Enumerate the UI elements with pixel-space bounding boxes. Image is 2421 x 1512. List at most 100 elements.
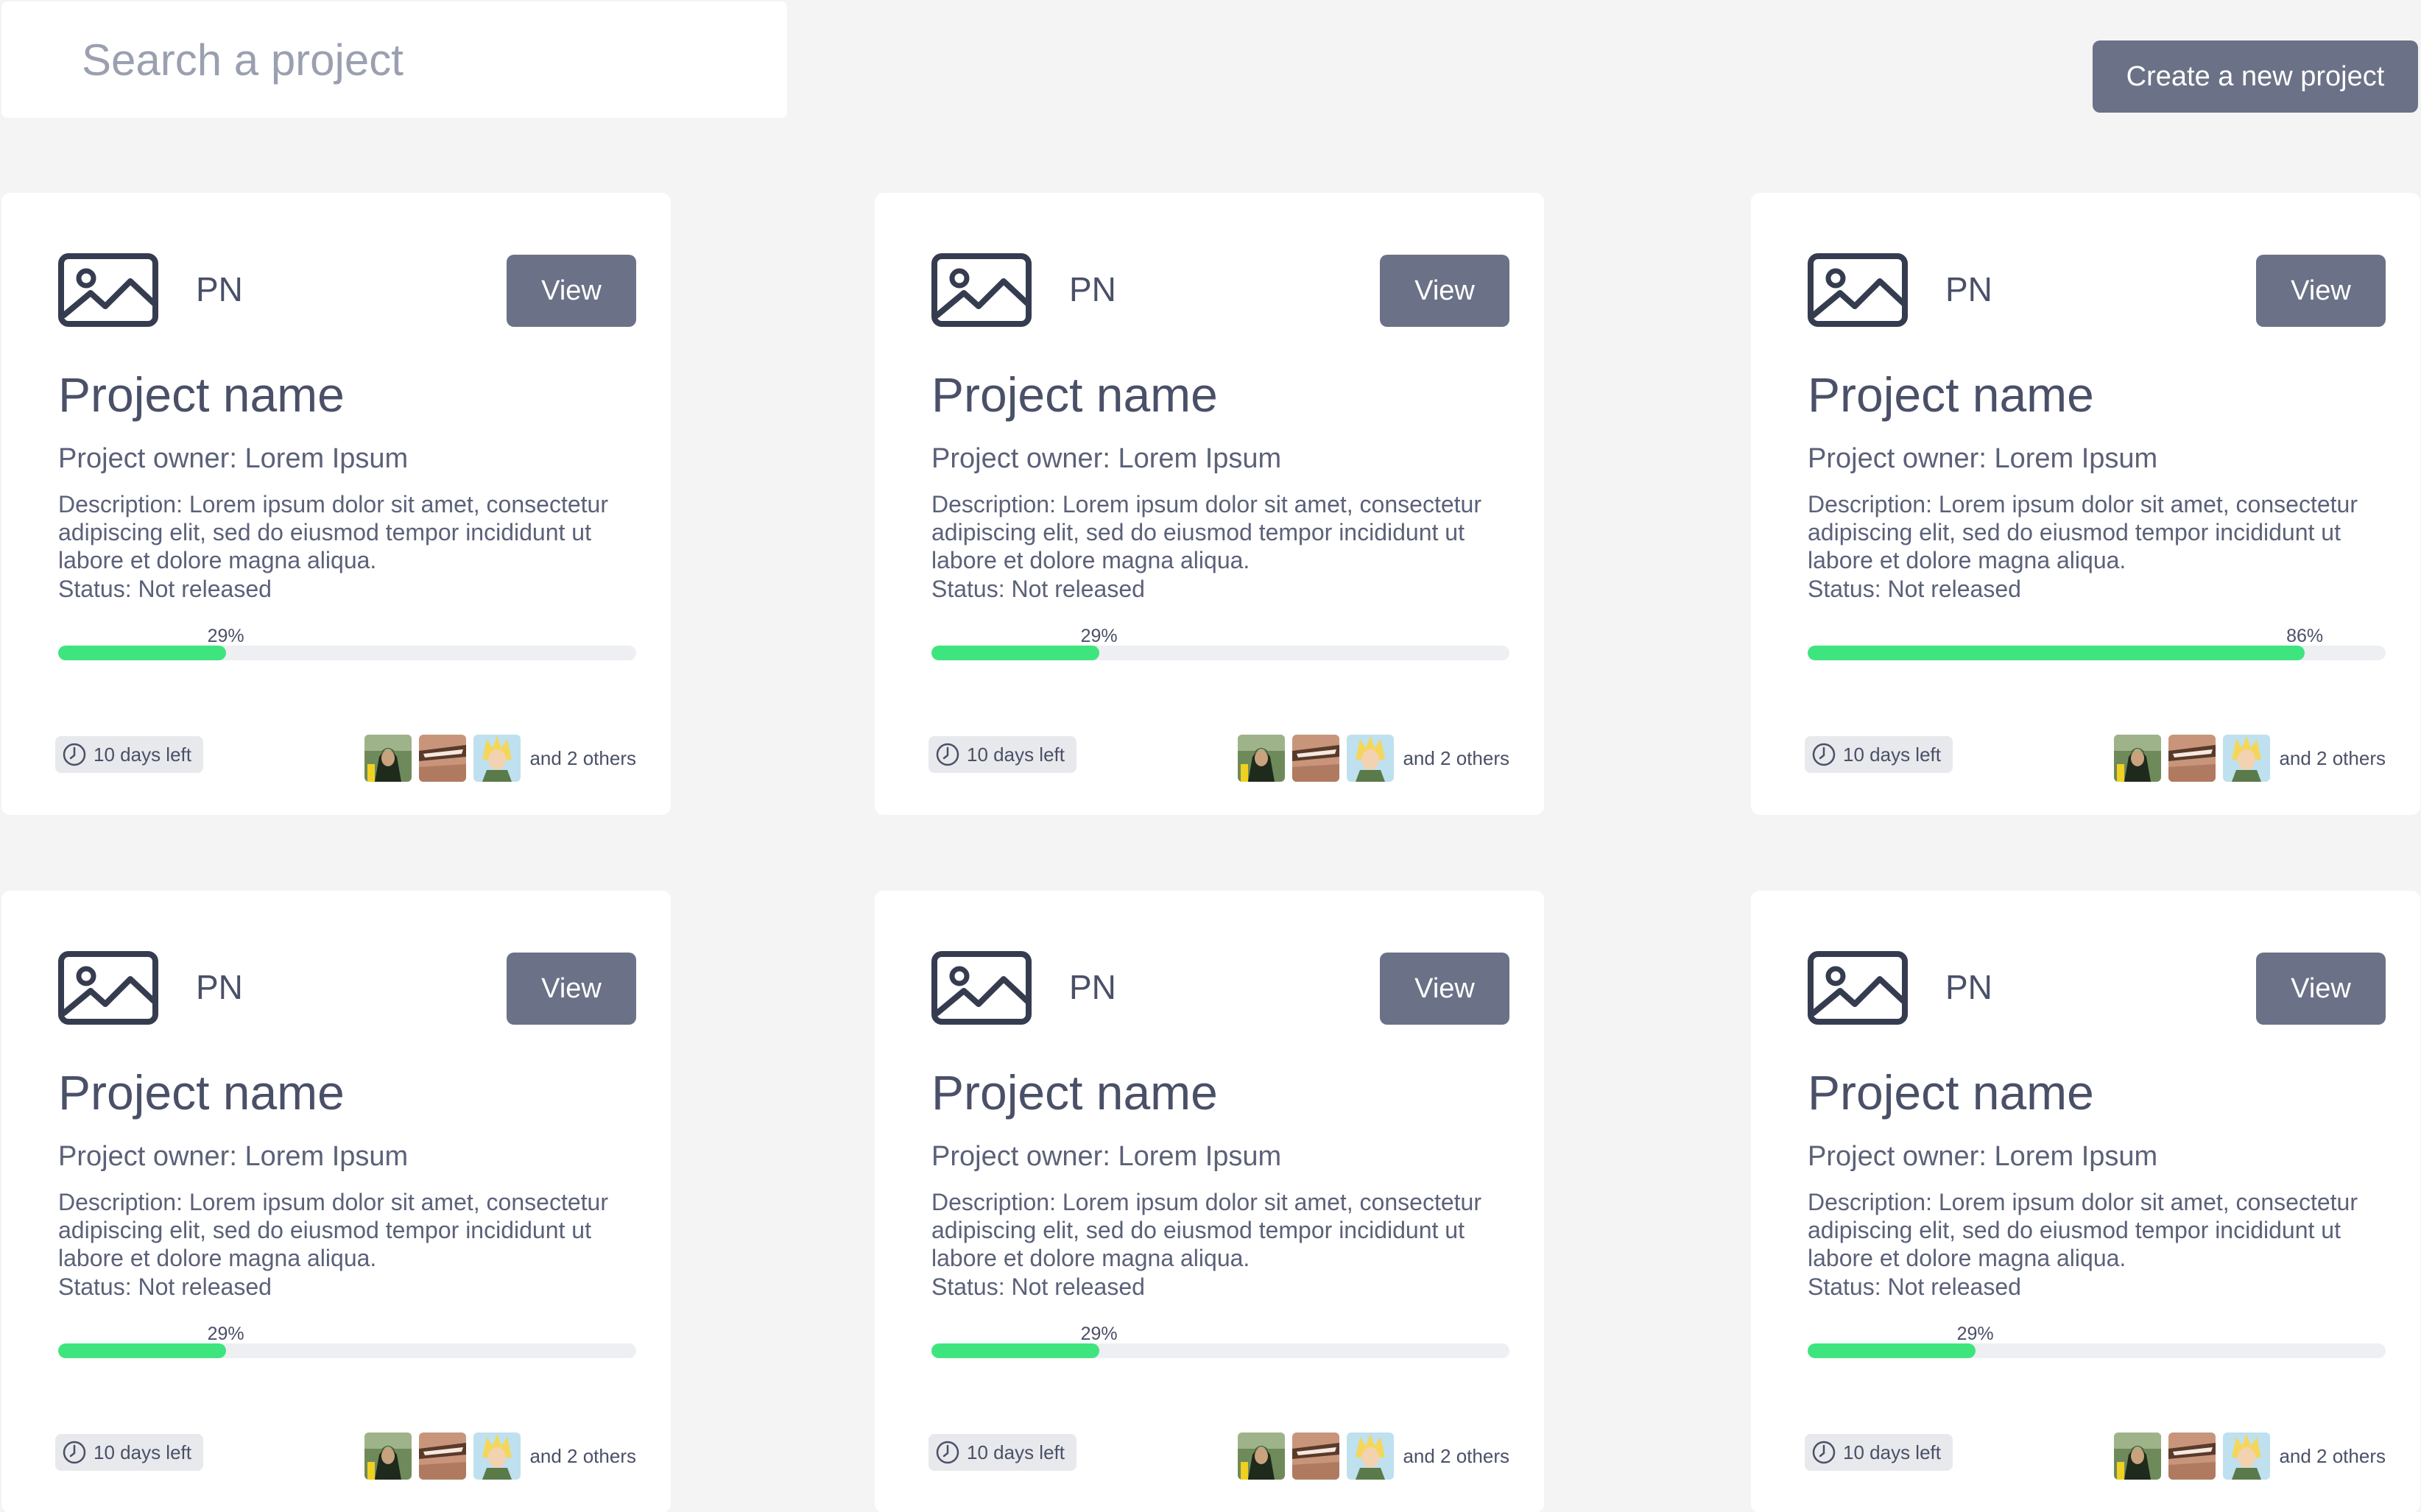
avatar[interactable] (364, 1432, 412, 1480)
days-left-badge: 10 days left (1805, 1434, 1953, 1471)
progress-percent: 29% (1956, 1324, 1994, 1344)
other-members-text[interactable]: and 2 others (1403, 747, 1509, 770)
days-left-badge: 10 days left (55, 1434, 203, 1471)
avatar[interactable] (419, 735, 467, 782)
days-left-text: 10 days left (94, 1441, 191, 1463)
clock-icon (936, 743, 959, 766)
project-owner: Project owner: Lorem Ipsum (58, 1141, 409, 1172)
days-left-text: 10 days left (967, 1441, 1065, 1463)
member-avatars: and 2 others (1238, 1432, 1509, 1480)
progress-percent: 29% (1080, 626, 1118, 646)
project-card: PN View Project name Project owner: Lore… (1, 193, 671, 815)
clock-icon (63, 743, 86, 766)
progress-fill (1808, 1343, 1976, 1358)
project-card: PN View Project name Project owner: Lore… (1751, 891, 2420, 1512)
other-members-text[interactable]: and 2 others (529, 747, 636, 770)
avatar[interactable] (473, 735, 521, 782)
progress-bar (931, 1343, 1509, 1358)
days-left-badge: 10 days left (928, 736, 1076, 773)
project-owner: Project owner: Lorem Ipsum (1808, 443, 2158, 474)
avatar[interactable] (2223, 735, 2271, 782)
member-avatars: and 2 others (364, 734, 636, 783)
avatar[interactable] (364, 735, 412, 782)
avatar[interactable] (1347, 735, 1395, 782)
other-members-text[interactable]: and 2 others (529, 1445, 636, 1468)
project-description: Description: Lorem ipsum dolor sit amet,… (931, 1189, 1481, 1271)
project-status: Status: Not released (1808, 1273, 2021, 1300)
avatar[interactable] (1238, 1432, 1286, 1480)
avatar[interactable] (1292, 735, 1340, 782)
avatar[interactable] (473, 1432, 521, 1480)
project-name: Project name (1808, 367, 2094, 422)
avatar[interactable] (2114, 1432, 2162, 1480)
project-initials: PN (1069, 968, 1116, 1006)
search-box (1, 1, 787, 118)
clock-icon (1812, 1441, 1836, 1464)
project-initials: PN (196, 270, 243, 308)
progress-bar (58, 646, 636, 660)
project-card: PN View Project name Project owner: Lore… (875, 891, 1544, 1512)
image-placeholder-icon (931, 951, 1032, 1025)
project-description: Description: Lorem ipsum dolor sit amet,… (1808, 491, 2358, 573)
project-status: Status: Not released (58, 1273, 272, 1300)
avatar[interactable] (2114, 735, 2162, 782)
avatar[interactable] (1347, 1432, 1395, 1480)
project-status: Status: Not released (931, 576, 1145, 602)
other-members-text[interactable]: and 2 others (2279, 747, 2386, 770)
project-name: Project name (931, 367, 1218, 422)
project-description: Description: Lorem ipsum dolor sit amet,… (58, 1189, 608, 1271)
days-left-badge: 10 days left (55, 736, 203, 773)
clock-icon (63, 1441, 86, 1464)
project-owner: Project owner: Lorem Ipsum (931, 443, 1282, 474)
other-members-text[interactable]: and 2 others (1403, 1445, 1509, 1468)
view-button[interactable]: View (2256, 255, 2386, 327)
avatar[interactable] (2223, 1432, 2271, 1480)
days-left-text: 10 days left (1843, 1441, 1941, 1463)
project-card: PN View Project name Project owner: Lore… (1751, 193, 2420, 815)
progress-fill (1808, 646, 2305, 660)
days-left-text: 10 days left (1843, 743, 1941, 766)
progress-bar (1808, 1343, 2386, 1358)
view-button[interactable]: View (507, 953, 636, 1025)
member-avatars: and 2 others (2114, 1432, 2386, 1480)
clock-icon (936, 1441, 959, 1464)
project-card: PN View Project name Project owner: Lore… (1, 891, 671, 1512)
days-left-badge: 10 days left (1805, 736, 1953, 773)
image-placeholder-icon (1808, 253, 1908, 327)
member-avatars: and 2 others (2114, 734, 2386, 783)
image-placeholder-icon (931, 253, 1032, 327)
create-project-button[interactable]: Create a new project (2093, 40, 2418, 113)
progress-fill (931, 646, 1099, 660)
image-placeholder-icon (58, 951, 158, 1025)
avatar[interactable] (1238, 735, 1286, 782)
project-name: Project name (58, 1065, 345, 1120)
progress-percent: 29% (1080, 1324, 1118, 1344)
search-input[interactable] (82, 34, 744, 85)
avatar[interactable] (419, 1432, 467, 1480)
progress-percent: 86% (2286, 626, 2324, 646)
project-name: Project name (1808, 1065, 2094, 1120)
progress-percent: 29% (207, 1324, 244, 1344)
project-description: Description: Lorem ipsum dolor sit amet,… (58, 491, 608, 573)
avatar[interactable] (1292, 1432, 1340, 1480)
avatar[interactable] (2168, 1432, 2216, 1480)
project-status: Status: Not released (931, 1273, 1145, 1300)
view-button[interactable]: View (1380, 953, 1509, 1025)
member-avatars: and 2 others (364, 1432, 636, 1480)
view-button[interactable]: View (1380, 255, 1509, 327)
view-button[interactable]: View (2256, 953, 2386, 1025)
project-description: Description: Lorem ipsum dolor sit amet,… (931, 491, 1481, 573)
project-initials: PN (1069, 270, 1116, 308)
progress-fill (931, 1343, 1099, 1358)
project-status: Status: Not released (58, 576, 272, 602)
days-left-text: 10 days left (94, 743, 191, 766)
view-button[interactable]: View (507, 255, 636, 327)
days-left-text: 10 days left (967, 743, 1065, 766)
days-left-badge: 10 days left (928, 1434, 1076, 1471)
projects-page: Create a new project PN View Project nam… (0, 0, 2421, 1512)
avatar[interactable] (2168, 735, 2216, 782)
clock-icon (1812, 743, 1836, 766)
project-owner: Project owner: Lorem Ipsum (931, 1141, 1282, 1172)
project-initials: PN (196, 968, 243, 1006)
other-members-text[interactable]: and 2 others (2279, 1445, 2386, 1468)
